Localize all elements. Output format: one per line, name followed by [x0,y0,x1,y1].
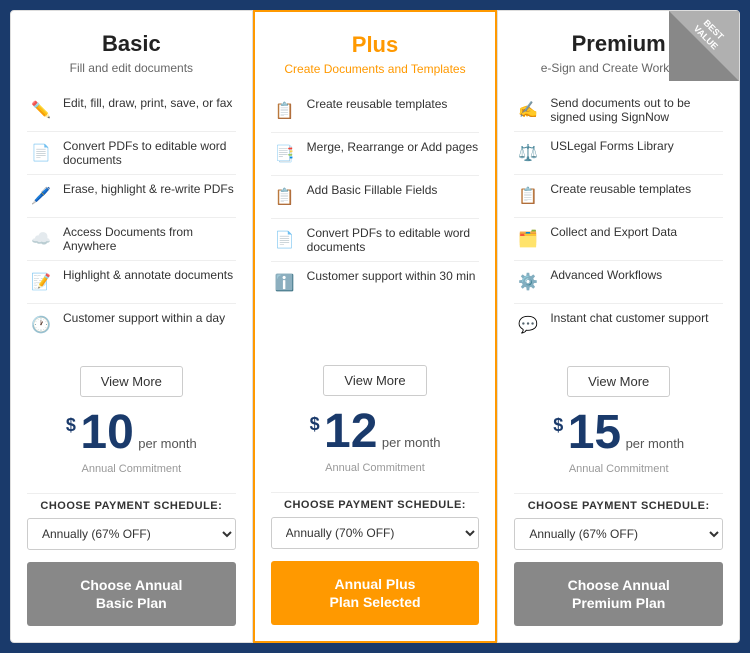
features-list-premium: ✍️ Send documents out to be signed using… [514,89,723,346]
feature-icon: 🕐 [27,311,55,339]
feature-icon: 📋 [514,182,542,210]
cta-button-plus[interactable]: Annual PlusPlan Selected [271,561,480,625]
feature-icon: ☁️ [27,225,55,253]
features-list-plus: 📋 Create reusable templates 📑 Merge, Rea… [271,90,480,345]
feature-item: 🖊️ Erase, highlight & re-write PDFs [27,175,236,218]
feature-item: 📋 Create reusable templates [514,175,723,218]
feature-icon: 📑 [271,140,299,168]
plan-title-basic: Basic [27,31,236,57]
divider-basic [27,493,236,494]
feature-icon: 📋 [271,183,299,211]
plan-subtitle-basic: Fill and edit documents [27,61,236,75]
feature-text: Send documents out to be signed using Si… [550,96,723,124]
feature-text: Create reusable templates [307,97,448,111]
payment-label-plus: CHOOSE PAYMENT SCHEDULE: [271,499,480,511]
feature-icon: ⚖️ [514,139,542,167]
feature-text: Customer support within a day [63,311,225,325]
feature-icon: ℹ️ [271,269,299,297]
view-more-button-premium[interactable]: View More [567,366,670,397]
feature-text: Merge, Rearrange or Add pages [307,140,478,154]
feature-icon: ⚙️ [514,268,542,296]
divider-premium [514,493,723,494]
plan-subtitle-plus: Create Documents and Templates [271,62,480,76]
price-commitment-basic: Annual Commitment [27,463,236,475]
plan-card-basic: Basic Fill and edit documents ✏️ Edit, fi… [10,10,253,643]
feature-text: Erase, highlight & re-write PDFs [63,182,234,196]
feature-icon: ✏️ [27,96,55,124]
payment-label-basic: CHOOSE PAYMENT SCHEDULE: [27,500,236,512]
feature-icon: 🗂️ [514,225,542,253]
feature-item: ℹ️ Customer support within 30 min [271,262,480,304]
plan-card-plus: Plus Create Documents and Templates 📋 Cre… [253,10,498,643]
feature-icon: 📋 [271,97,299,125]
feature-item: 🕐 Customer support within a day [27,304,236,346]
feature-item: ☁️ Access Documents from Anywhere [27,218,236,261]
feature-text: Instant chat customer support [550,311,708,325]
feature-text: Edit, fill, draw, print, save, or fax [63,96,232,110]
feature-item: 📝 Highlight & annotate documents [27,261,236,304]
feature-item: ⚙️ Advanced Workflows [514,261,723,304]
feature-item: 📋 Create reusable templates [271,90,480,133]
price-dollar-premium: $ [553,415,563,435]
payment-select-plus[interactable]: Annually (70% OFF)Monthly [271,517,480,549]
feature-item: ✏️ Edit, fill, draw, print, save, or fax [27,89,236,132]
feature-item: 📑 Merge, Rearrange or Add pages [271,133,480,176]
feature-text: Add Basic Fillable Fields [307,183,438,197]
feature-item: 📋 Add Basic Fillable Fields [271,176,480,219]
feature-text: Convert PDFs to editable word documents [63,139,236,167]
payment-select-basic[interactable]: Annually (67% OFF)Monthly [27,518,236,550]
features-list-basic: ✏️ Edit, fill, draw, print, save, or fax… [27,89,236,346]
feature-text: Convert PDFs to editable word documents [307,226,480,254]
feature-item: 📄 Convert PDFs to editable word document… [271,219,480,262]
plan-title-plus: Plus [271,32,480,58]
price-amount-basic: 10 [80,406,133,459]
price-dollar-plus: $ [310,414,320,434]
best-value-badge: BEST VALUE [669,11,739,81]
feature-item: 📄 Convert PDFs to editable word document… [27,132,236,175]
price-amount-premium: 15 [568,406,621,459]
feature-item: 🗂️ Collect and Export Data [514,218,723,261]
feature-text: Collect and Export Data [550,225,677,239]
feature-text: Customer support within 30 min [307,269,476,283]
feature-text: Access Documents from Anywhere [63,225,236,253]
cta-button-premium[interactable]: Choose AnnualPremium Plan [514,562,723,626]
feature-item: ⚖️ USLegal Forms Library [514,132,723,175]
price-section-basic: $ 10 per month [27,409,236,457]
feature-icon: 📄 [271,226,299,254]
feature-icon: 🖊️ [27,182,55,210]
payment-label-premium: CHOOSE PAYMENT SCHEDULE: [514,500,723,512]
price-commitment-plus: Annual Commitment [271,462,480,474]
view-more-button-plus[interactable]: View More [323,365,426,396]
payment-select-premium[interactable]: Annually (67% OFF)Monthly [514,518,723,550]
feature-text: Create reusable templates [550,182,691,196]
feature-icon: 💬 [514,311,542,339]
price-section-premium: $ 15 per month [514,409,723,457]
feature-icon: 📝 [27,268,55,296]
feature-icon: ✍️ [514,96,542,124]
feature-icon: 📄 [27,139,55,167]
best-value-text: BEST VALUE [682,11,736,61]
feature-item: ✍️ Send documents out to be signed using… [514,89,723,132]
price-commitment-premium: Annual Commitment [514,463,723,475]
plans-container: Basic Fill and edit documents ✏️ Edit, fi… [10,10,740,643]
plan-card-premium: BEST VALUE Premiume-Sign and Create Work… [497,10,740,643]
feature-text: USLegal Forms Library [550,139,673,153]
feature-item: 💬 Instant chat customer support [514,304,723,346]
cta-button-basic[interactable]: Choose AnnualBasic Plan [27,562,236,626]
price-per-basic: per month [138,436,197,451]
feature-text: Highlight & annotate documents [63,268,233,282]
divider-plus [271,492,480,493]
price-section-plus: $ 12 per month [271,408,480,456]
price-per-premium: per month [626,436,685,451]
price-dollar-basic: $ [66,415,76,435]
feature-text: Advanced Workflows [550,268,662,282]
price-per-plus: per month [382,435,441,450]
view-more-button-basic[interactable]: View More [80,366,183,397]
price-amount-plus: 12 [324,405,377,458]
